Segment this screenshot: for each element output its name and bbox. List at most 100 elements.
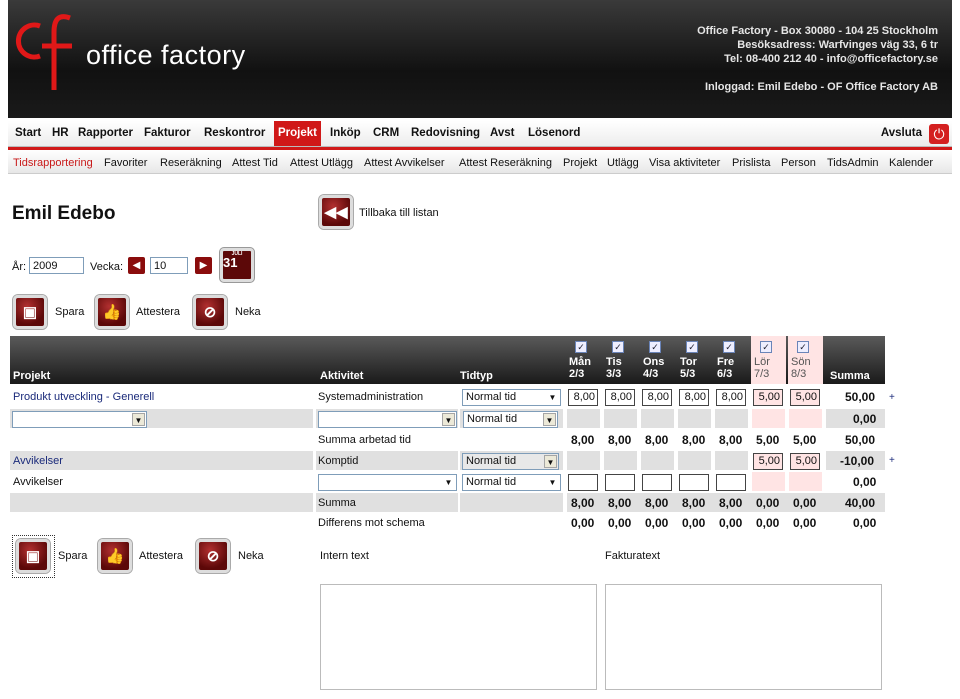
nav-reskontror[interactable]: Reskontror xyxy=(204,127,265,139)
calendar-button[interactable]: 31 JULI xyxy=(220,248,254,282)
reject-button-bottom[interactable]: ⊘ xyxy=(196,539,230,573)
reject-button-top[interactable]: ⊘ xyxy=(193,295,227,329)
subnav-attest-reserakning[interactable]: Attest Reseräkning xyxy=(459,157,552,169)
subnav-kalender[interactable]: Kalender xyxy=(889,157,933,169)
hours-input[interactable]: 8,00 xyxy=(605,389,635,406)
header: office factory Office Factory - Box 3008… xyxy=(8,0,952,118)
day-checkbox[interactable]: ✓ xyxy=(760,341,772,353)
activity-text: Komptid xyxy=(318,455,359,467)
nav-inkop[interactable]: Inköp xyxy=(330,127,361,139)
day-checkbox[interactable]: ✓ xyxy=(612,341,624,353)
subnav-tidsrapportering[interactable]: Tidsrapportering xyxy=(13,157,93,169)
approve-label-top[interactable]: Attestera xyxy=(136,306,180,318)
hours-input[interactable]: 5,00 xyxy=(790,453,820,470)
approve-button-top[interactable]: 👍 xyxy=(95,295,129,329)
intern-text-area[interactable] xyxy=(320,584,597,690)
diff-total: 0,00 xyxy=(853,516,877,530)
subnav-attest-tid[interactable]: Attest Tid xyxy=(232,157,278,169)
subnav-visa-aktiviteter[interactable]: Visa aktiviteter xyxy=(649,157,720,169)
hours-input[interactable]: 5,00 xyxy=(790,389,820,406)
row-sum: -10,00 xyxy=(840,454,875,468)
save-label-bottom[interactable]: Spara xyxy=(58,550,87,562)
day-checkbox[interactable]: ✓ xyxy=(686,341,698,353)
deviation-link[interactable]: Avvikelser xyxy=(13,455,63,467)
add-row-plus-icon[interactable]: + xyxy=(889,455,895,466)
nav-avst[interactable]: Avst xyxy=(490,127,515,139)
subnav-favoriter[interactable]: Favoriter xyxy=(104,157,147,169)
next-week-button[interactable]: ▶ xyxy=(195,257,212,274)
row-sum: 0,00 xyxy=(853,475,877,489)
nav-start[interactable]: Start xyxy=(15,127,41,139)
subnav-attest-utlagg[interactable]: Attest Utlägg xyxy=(290,157,353,169)
nav-projekt[interactable]: Projekt xyxy=(274,121,321,146)
invoice-text-area[interactable] xyxy=(605,584,882,690)
subnav-person[interactable]: Person xyxy=(781,157,816,169)
hours-input[interactable]: 8,00 xyxy=(642,389,672,406)
main-nav: Start HR Rapporter Fakturor Reskontror P… xyxy=(8,121,952,147)
week-label: Vecka: xyxy=(90,261,124,273)
reject-label-top[interactable]: Neka xyxy=(235,306,261,318)
hours-input[interactable]: 8,00 xyxy=(568,389,598,406)
hours-input[interactable] xyxy=(642,474,672,491)
approve-button-bottom[interactable]: 👍 xyxy=(98,539,132,573)
subnav-tidsadmin[interactable]: TidsAdmin xyxy=(827,157,879,169)
day-col-tue: ✓ Tis 3/3 xyxy=(603,336,638,384)
year-input[interactable]: 2009 xyxy=(29,257,84,274)
nav-crm[interactable]: CRM xyxy=(373,127,399,139)
back-label[interactable]: Tillbaka till listan xyxy=(359,207,439,219)
hours-input[interactable]: 8,00 xyxy=(716,389,746,406)
day-sum: 5,00 xyxy=(756,433,780,447)
hours-input[interactable]: 5,00 xyxy=(753,453,783,470)
power-icon[interactable]: ⏻ xyxy=(929,124,949,144)
timetype-select[interactable]: Normal tid ▼ xyxy=(463,411,558,428)
chevron-down-icon: ▼ xyxy=(548,393,557,402)
nav-redovisning[interactable]: Redovisning xyxy=(411,127,480,139)
project-link[interactable]: Produkt utveckling - Generell xyxy=(13,391,154,403)
logout-link[interactable]: Avsluta xyxy=(881,127,922,139)
subnav-reserakning[interactable]: Reseräkning xyxy=(160,157,222,169)
back-button[interactable]: ◀◀ xyxy=(319,195,353,229)
hours-cell xyxy=(752,409,785,428)
week-input[interactable]: 10 xyxy=(150,257,188,274)
hours-input[interactable] xyxy=(679,474,709,491)
nav-fakturor[interactable]: Fakturor xyxy=(144,127,191,139)
day-total: 8,00 xyxy=(571,496,595,510)
hours-input[interactable] xyxy=(716,474,746,491)
approve-label-bottom[interactable]: Attestera xyxy=(139,550,183,562)
save-button-top[interactable]: ▣ xyxy=(13,295,47,329)
activity-select[interactable]: ▼ xyxy=(318,411,457,428)
hours-cell xyxy=(567,451,600,470)
save-label-top[interactable]: Spara xyxy=(55,306,84,318)
hours-cell xyxy=(752,472,785,491)
subnav-utlagg[interactable]: Utlägg xyxy=(607,157,639,169)
hours-input[interactable] xyxy=(568,474,598,491)
logged-in-user: Inloggad: Emil Edebo - OF Office Factory… xyxy=(704,81,938,93)
activity-select[interactable]: ▼ xyxy=(318,474,457,491)
day-checkbox[interactable]: ✓ xyxy=(797,341,809,353)
timetype-select[interactable]: Normal tid ▼ xyxy=(462,389,561,406)
day-checkbox[interactable]: ✓ xyxy=(649,341,661,353)
grand-total: 40,00 xyxy=(845,496,876,510)
day-checkbox[interactable]: ✓ xyxy=(723,341,735,353)
day-checkbox[interactable]: ✓ xyxy=(575,341,587,353)
hours-input[interactable]: 8,00 xyxy=(679,389,709,406)
hours-input[interactable] xyxy=(605,474,635,491)
subnav-attest-avvikelser[interactable]: Attest Avvikelser xyxy=(364,157,445,169)
timetype-select[interactable]: Normal tid ▼ xyxy=(462,453,559,470)
add-row-plus-icon[interactable]: + xyxy=(889,392,895,403)
project-select[interactable]: ▼ xyxy=(12,411,147,428)
hours-cell xyxy=(604,409,637,428)
prev-week-button[interactable]: ◀ xyxy=(128,257,145,274)
save-button-bottom[interactable]: ▣ xyxy=(16,539,50,573)
reject-label-bottom[interactable]: Neka xyxy=(238,550,264,562)
hours-input[interactable]: 5,00 xyxy=(753,389,783,406)
nav-rapporter[interactable]: Rapporter xyxy=(78,127,133,139)
hours-cell xyxy=(678,451,711,470)
nav-hr[interactable]: HR xyxy=(52,127,69,139)
chevron-down-icon: ▼ xyxy=(543,413,556,426)
deviation-row: Avvikelser ▼ Normal tid ▼ 0,00 xyxy=(10,471,885,492)
nav-losenord[interactable]: Lösenord xyxy=(528,127,580,139)
timetype-select[interactable]: Normal tid ▼ xyxy=(462,474,561,491)
subnav-prislista[interactable]: Prislista xyxy=(732,157,771,169)
subnav-projekt[interactable]: Projekt xyxy=(563,157,597,169)
